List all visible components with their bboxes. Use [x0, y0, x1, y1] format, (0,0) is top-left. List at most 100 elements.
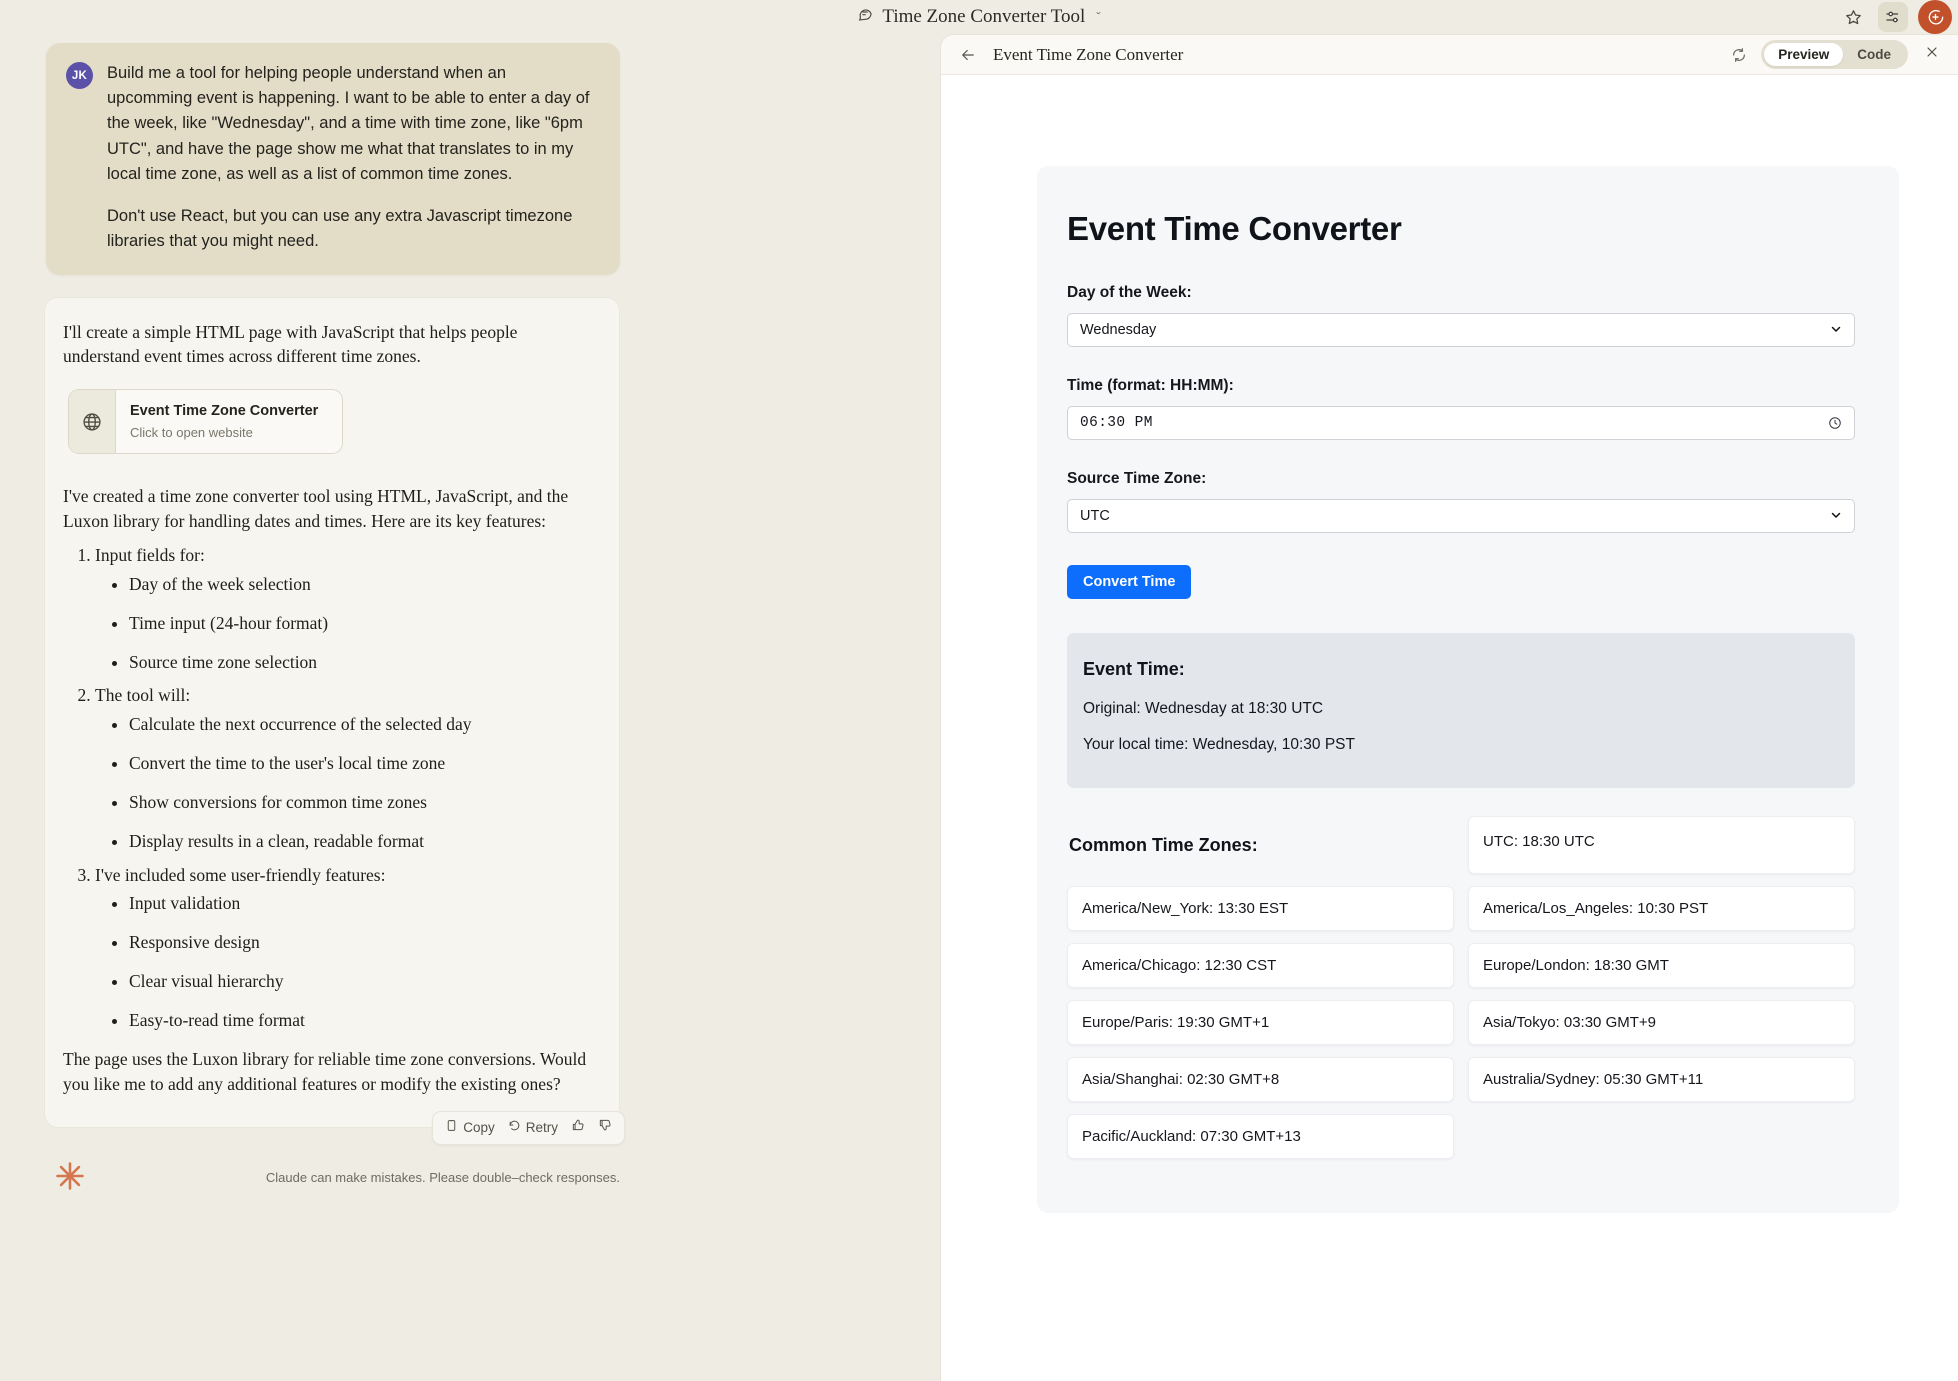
tool-title: Event Time Converter	[1067, 210, 1402, 247]
sliders-icon[interactable]	[1878, 2, 1908, 32]
claude-starburst-icon	[54, 1160, 86, 1197]
list-item: Asia/Tokyo: 03:30 GMT+9	[1468, 1000, 1855, 1045]
tab-code[interactable]: Code	[1843, 43, 1905, 66]
time-value: 06:30 PM	[1080, 415, 1153, 431]
retry-button[interactable]: Retry	[508, 1118, 558, 1137]
feature-sublist: Day of the week selection Time input (24…	[129, 572, 589, 675]
list-item: America/Chicago: 12:30 CST	[1067, 943, 1454, 988]
top-bar: Time Zone Converter Tool ˇ	[0, 0, 1958, 34]
list-item: Easy-to-read time format	[129, 1008, 589, 1033]
copy-button[interactable]: Copy	[445, 1118, 495, 1137]
feature-label: The tool will:	[95, 685, 191, 706]
day-of-week-field: Day of the Week: Wednesday	[1067, 284, 1855, 347]
list-item: Europe/Paris: 19:30 GMT+1	[1067, 1000, 1454, 1045]
clipboard-icon	[445, 1118, 458, 1137]
time-input[interactable]: 06:30 PM	[1067, 406, 1855, 440]
list-item: Show conversions for common time zones	[129, 790, 589, 815]
source-time-zone-select[interactable]: UTC	[1067, 499, 1855, 533]
thumbs-down-icon[interactable]	[598, 1118, 612, 1137]
list-item: I've included some user-friendly feature…	[95, 863, 589, 1033]
tab-preview[interactable]: Preview	[1764, 43, 1844, 66]
preview-body[interactable]: Event Time Converter Day of the Week: We…	[941, 76, 1958, 1381]
assistant-outro: The page uses the Luxon library for reli…	[63, 1048, 587, 1094]
user-message: JK Build me a tool for helping people un…	[46, 43, 620, 275]
common-time-zones-grid: Common Time Zones: UTC: 18:30 UTC Americ…	[1067, 816, 1855, 1159]
user-paragraph: Don't use React, but you can use any ext…	[107, 207, 573, 251]
message-actions: Copy Retry	[432, 1111, 625, 1145]
convert-time-button[interactable]: Convert Time	[1067, 565, 1192, 599]
new-chat-avatar-icon[interactable]	[1918, 0, 1952, 34]
list-item: Convert the time to the user's local tim…	[129, 751, 589, 776]
artifact-title: Event Time Zone Converter	[130, 403, 319, 420]
day-of-week-value: Wednesday	[1080, 322, 1157, 338]
day-of-week-select[interactable]: Wednesday	[1067, 313, 1855, 347]
refresh-icon[interactable]	[1731, 47, 1747, 63]
list-item: Asia/Shanghai: 02:30 GMT+8	[1067, 1057, 1454, 1102]
feature-label: Input fields for:	[95, 545, 205, 566]
event-time-converter-card: Event Time Converter Day of the Week: We…	[1037, 166, 1899, 1213]
list-item: The tool will: Calculate the next occurr…	[95, 683, 589, 853]
list-item: Clear visual hierarchy	[129, 969, 589, 994]
chat-footer: Claude can make mistakes. Please double–…	[44, 1161, 620, 1214]
chats-icon	[857, 6, 873, 28]
list-item: Responsive design	[129, 930, 589, 955]
list-item: UTC: 18:30 UTC	[1468, 816, 1855, 874]
refresh-icon	[508, 1118, 521, 1137]
conversation-title-button[interactable]: Time Zone Converter Tool ˇ	[857, 6, 1101, 28]
list-item: Time input (24-hour format)	[129, 611, 589, 636]
assistant-intro: I'll create a simple HTML page with Java…	[63, 321, 518, 367]
assistant-message: I'll create a simple HTML page with Java…	[44, 296, 625, 1145]
time-field: Time (format: HH:MM): 06:30 PM	[1067, 377, 1855, 440]
preview-title: Event Time Zone Converter	[993, 44, 1184, 64]
chat-column[interactable]: JK Build me a tool for helping people un…	[0, 34, 940, 1381]
close-icon[interactable]	[1922, 44, 1942, 65]
common-time-zones-heading: Common Time Zones:	[1069, 834, 1258, 855]
user-message-body: Build me a tool for helping people under…	[107, 61, 594, 255]
list-item: Source time zone selection	[129, 650, 589, 675]
avatar: JK	[66, 62, 93, 89]
clock-icon[interactable]	[1828, 416, 1842, 430]
assistant-mid-text: I've created a time zone converter tool …	[63, 486, 569, 532]
list-item: America/New_York: 13:30 EST	[1067, 886, 1454, 931]
list-item: Pacific/Auckland: 07:30 GMT+13	[1067, 1114, 1454, 1159]
features-list: Input fields for: Day of the week select…	[95, 543, 589, 1033]
retry-label: Retry	[525, 1120, 558, 1136]
globe-icon	[69, 390, 116, 454]
list-item: Day of the week selection	[129, 572, 589, 597]
event-time-heading: Event Time:	[1083, 659, 1185, 679]
event-time-result: Event Time: Original: Wednesday at 18:30…	[1067, 633, 1855, 788]
list-item: Input fields for: Day of the week select…	[95, 543, 589, 674]
arrow-left-icon[interactable]	[959, 46, 977, 64]
artifact-subtitle: Click to open website	[130, 424, 253, 440]
disclaimer-text: Claude can make mistakes. Please double–…	[265, 1169, 620, 1185]
chevron-down-icon	[1830, 323, 1842, 338]
user-paragraph: Build me a tool for helping people under…	[107, 64, 590, 183]
artifact-preview-panel: Event Time Zone Converter Preview Code E…	[940, 34, 1958, 1381]
feature-sublist: Input validation Responsive design Clear…	[129, 891, 589, 1032]
list-item: Input validation	[129, 891, 589, 916]
list-item: Europe/London: 18:30 GMT	[1468, 943, 1855, 988]
list-item: America/Los_Angeles: 10:30 PST	[1468, 886, 1855, 931]
preview-header: Event Time Zone Converter Preview Code	[941, 35, 1958, 75]
list-item: Australia/Sydney: 05:30 GMT+11	[1468, 1057, 1855, 1102]
top-bar-actions	[1838, 0, 1952, 34]
time-label: Time (format: HH:MM):	[1067, 377, 1234, 394]
list-item: Calculate the next occurrence of the sel…	[129, 712, 589, 737]
page-title: Time Zone Converter Tool	[882, 6, 1086, 27]
artifact-card-event-time-zone-converter[interactable]: Event Time Zone Converter Click to open …	[68, 389, 344, 455]
feature-sublist: Calculate the next occurrence of the sel…	[129, 712, 589, 853]
local-time-line: Your local time: Wednesday, 10:30 PST	[1083, 736, 1355, 753]
list-item: Display results in a clean, readable for…	[129, 829, 589, 854]
feature-label: I've included some user-friendly feature…	[95, 864, 386, 885]
day-of-week-label: Day of the Week:	[1067, 284, 1192, 301]
source-time-zone-field: Source Time Zone: UTC	[1067, 470, 1855, 533]
chevron-down-icon[interactable]: ˇ	[1096, 9, 1100, 25]
source-time-zone-value: UTC	[1080, 508, 1110, 524]
source-time-zone-label: Source Time Zone:	[1067, 470, 1207, 487]
original-time-line: Original: Wednesday at 18:30 UTC	[1083, 700, 1324, 717]
copy-label: Copy	[463, 1120, 495, 1136]
thumbs-up-icon[interactable]	[571, 1118, 585, 1137]
app-root: Time Zone Converter Tool ˇ JK Build me a…	[0, 0, 1958, 1381]
star-icon[interactable]	[1838, 2, 1868, 32]
preview-code-toggle[interactable]: Preview Code	[1761, 40, 1908, 69]
